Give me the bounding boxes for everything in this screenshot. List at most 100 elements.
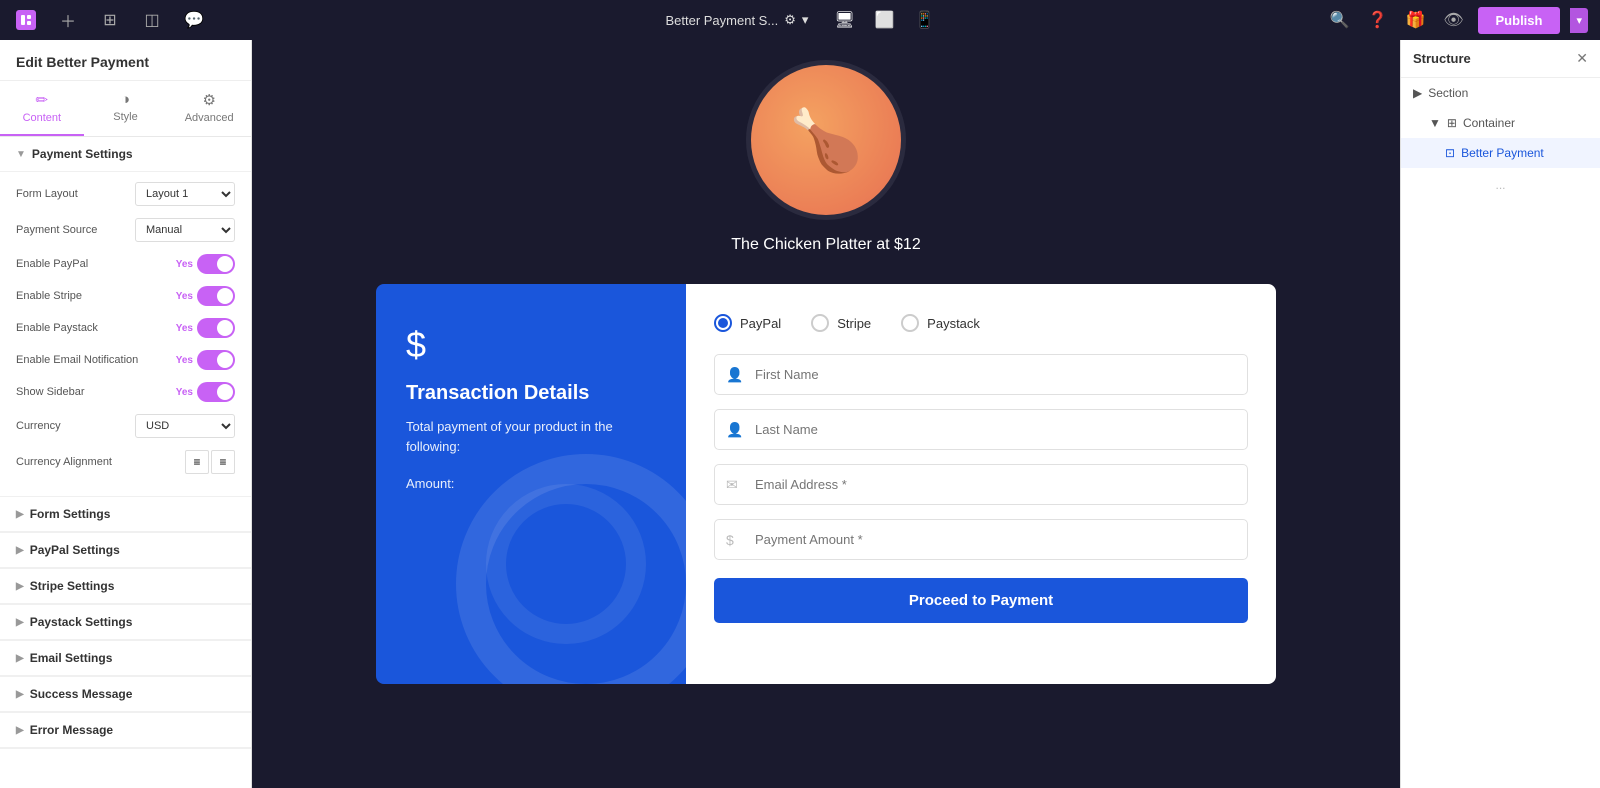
payment-amount-icon: $ [726, 532, 734, 548]
paystack-method[interactable]: Paystack [901, 314, 980, 332]
enable-paystack-row: Enable Paystack Yes [16, 318, 235, 338]
enable-email-label: Enable Email Notification [16, 354, 138, 366]
paystack-settings-header[interactable]: ▶ Paystack Settings [0, 605, 251, 640]
publish-chevron-button[interactable]: ▾ [1570, 8, 1588, 33]
enable-stripe-row: Enable Stripe Yes [16, 286, 235, 306]
payment-settings-body: Form Layout Layout 1 Payment Source Manu… [0, 172, 251, 496]
form-settings-header[interactable]: ▶ Form Settings [0, 497, 251, 532]
structure-container-item[interactable]: ▼ ⊞ Container [1401, 108, 1600, 138]
settings-icon: ⚙ [784, 12, 796, 28]
email-input[interactable] [714, 464, 1248, 505]
publish-button[interactable]: Publish [1478, 7, 1561, 34]
email-settings-chevron: ▶ [16, 653, 24, 664]
tab-advanced[interactable]: ⚙ Advanced [167, 81, 251, 136]
content-tab-icon: ✏ [36, 91, 49, 109]
email-settings-section: ▶ Email Settings [0, 641, 251, 677]
advanced-tab-label: Advanced [185, 112, 234, 124]
first-name-input[interactable] [714, 354, 1248, 395]
currency-alignment-label: Currency Alignment [16, 456, 112, 468]
payment-amount-wrap: $ [714, 519, 1248, 560]
enable-email-value: Yes [176, 355, 193, 366]
add-icon[interactable]: ＋ [54, 6, 82, 34]
show-sidebar-toggle[interactable] [197, 382, 235, 402]
success-message-section: ▶ Success Message [0, 677, 251, 713]
structure-better-payment-label: Better Payment [1461, 146, 1544, 160]
enable-paystack-toggle[interactable] [197, 318, 235, 338]
currency-select[interactable]: USD [135, 414, 235, 438]
form-settings-section: ▶ Form Settings [0, 497, 251, 533]
payment-source-select[interactable]: Manual [135, 218, 235, 242]
email-settings-header[interactable]: ▶ Email Settings [0, 641, 251, 676]
paystack-radio[interactable] [901, 314, 919, 332]
stripe-settings-chevron: ▶ [16, 581, 24, 592]
payment-settings-header[interactable]: ▼ Payment Settings [0, 137, 251, 172]
stripe-settings-header[interactable]: ▶ Stripe Settings [0, 569, 251, 604]
align-right-button[interactable]: ≡ [211, 450, 235, 474]
show-sidebar-toggle-wrap: Yes [176, 382, 235, 402]
error-message-section: ▶ Error Message [0, 713, 251, 749]
structure-header: Structure ✕ [1401, 40, 1600, 78]
form-layout-label: Form Layout [16, 188, 78, 200]
enable-stripe-toggle[interactable] [197, 286, 235, 306]
structure-close-button[interactable]: ✕ [1576, 50, 1588, 67]
enable-email-toggle[interactable] [197, 350, 235, 370]
structure-container-label: Container [1463, 116, 1515, 130]
show-sidebar-value: Yes [176, 387, 193, 398]
enable-paypal-toggle[interactable] [197, 254, 235, 274]
payment-settings-section: ▼ Payment Settings Form Layout Layout 1 … [0, 137, 251, 497]
enable-email-row: Enable Email Notification Yes [16, 350, 235, 370]
last-name-wrap: 👤 [714, 409, 1248, 450]
layers-icon[interactable]: ◫ [138, 6, 166, 34]
stripe-radio[interactable] [811, 314, 829, 332]
paypal-method[interactable]: PayPal [714, 314, 781, 332]
paypal-settings-section: ▶ PayPal Settings [0, 533, 251, 569]
mobile-device-btn[interactable]: 📱 [907, 6, 943, 34]
tab-content[interactable]: ✏ Content [0, 81, 84, 136]
last-name-input[interactable] [714, 409, 1248, 450]
error-message-chevron: ▶ [16, 725, 24, 736]
transaction-description: Total payment of your product in the fol… [406, 417, 656, 456]
stripe-method[interactable]: Stripe [811, 314, 871, 332]
top-bar: ＋ ⊞ ◫ 💬 Better Payment S... ⚙ ▾ 🖥 ⬜ 📱 🔍 … [0, 0, 1600, 40]
site-name-button[interactable]: Better Payment S... ⚙ ▾ [657, 8, 816, 32]
paypal-settings-header[interactable]: ▶ PayPal Settings [0, 533, 251, 568]
email-wrap: ✉ [714, 464, 1248, 505]
form-settings-label: Form Settings [30, 507, 111, 521]
form-layout-select[interactable]: Layout 1 [135, 182, 235, 206]
elementor-logo-icon[interactable] [12, 6, 40, 34]
enable-paypal-toggle-wrap: Yes [176, 254, 235, 274]
align-left-button[interactable]: ≡ [185, 450, 209, 474]
structure-better-payment-icon: ⊡ [1445, 146, 1455, 160]
tablet-device-btn[interactable]: ⬜ [867, 6, 903, 34]
top-bar-center: Better Payment S... ⚙ ▾ 🖥 ⬜ 📱 [657, 6, 942, 34]
content-tab-label: Content [23, 112, 62, 124]
preview-icon[interactable]: 👁 [1440, 6, 1468, 34]
paystack-settings-chevron: ▶ [16, 617, 24, 628]
error-message-header[interactable]: ▶ Error Message [0, 713, 251, 748]
paypal-radio[interactable] [714, 314, 732, 332]
currency-align-buttons: ≡ ≡ [185, 450, 235, 474]
success-message-header[interactable]: ▶ Success Message [0, 677, 251, 712]
device-icons: 🖥 ⬜ 📱 [826, 6, 942, 34]
help-icon[interactable]: ❓ [1364, 6, 1392, 34]
tab-style[interactable]: ◑ Style [84, 81, 168, 136]
structure-panel: Structure ✕ ▶ Section ▼ ⊞ Container ⊡ Be… [1400, 40, 1600, 788]
chat-icon[interactable]: 💬 [180, 6, 208, 34]
history-icon[interactable]: ⊞ [96, 6, 124, 34]
proceed-to-payment-button[interactable]: Proceed to Payment [714, 578, 1248, 623]
payment-amount-input[interactable] [714, 519, 1248, 560]
publish-label: Publish [1496, 13, 1543, 28]
advanced-tab-icon: ⚙ [202, 91, 215, 109]
structure-better-payment-item[interactable]: ⊡ Better Payment [1401, 138, 1600, 168]
food-image-circle: 🍗 [746, 60, 906, 220]
structure-section-item[interactable]: ▶ Section [1401, 78, 1600, 108]
first-name-wrap: 👤 [714, 354, 1248, 395]
payment-form-right: PayPal Stripe Paystack 👤 [686, 284, 1276, 684]
enable-paystack-toggle-wrap: Yes [176, 318, 235, 338]
search-icon[interactable]: 🔍 [1326, 6, 1354, 34]
enable-stripe-toggle-wrap: Yes [176, 286, 235, 306]
proceed-label: Proceed to Payment [909, 592, 1053, 609]
enable-paystack-label: Enable Paystack [16, 322, 98, 334]
gift-icon[interactable]: 🎁 [1402, 6, 1430, 34]
desktop-device-btn[interactable]: 🖥 [826, 6, 862, 34]
